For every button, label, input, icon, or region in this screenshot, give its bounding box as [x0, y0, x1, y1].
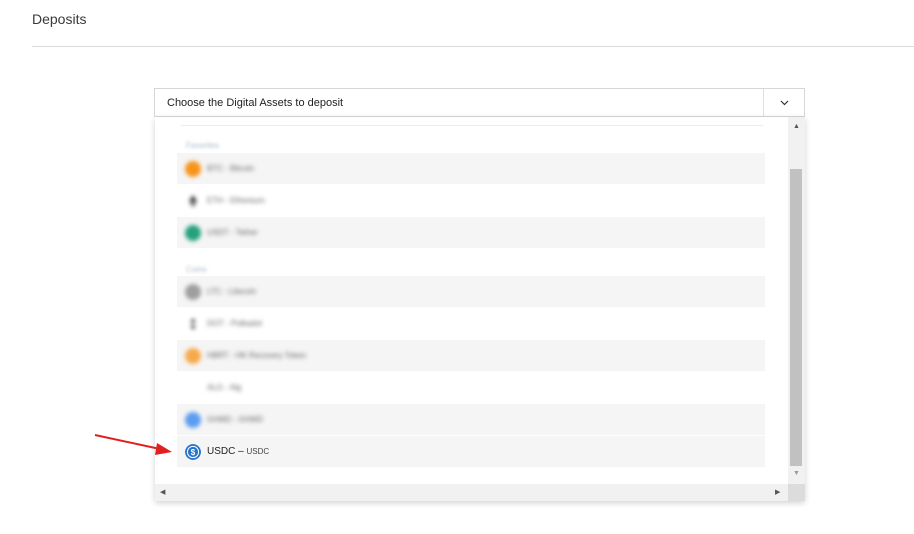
- red-arrow-annotation: [94, 434, 172, 455]
